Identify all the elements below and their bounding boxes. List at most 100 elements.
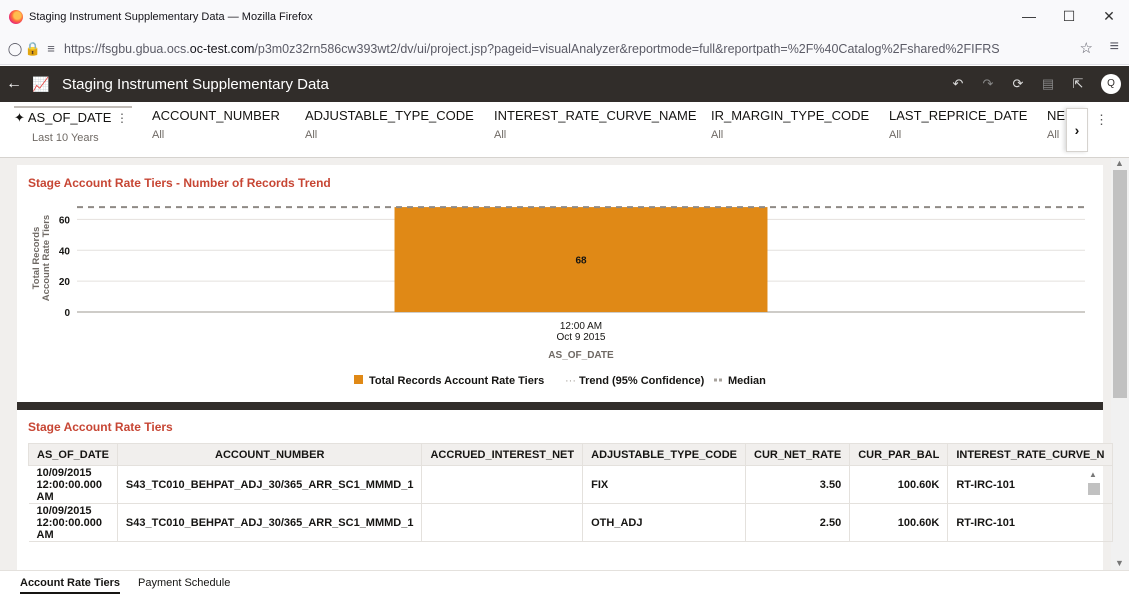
column-header[interactable]: INTEREST_RATE_CURVE_N (947, 443, 1114, 466)
table-scrollbar[interactable]: ▲ (1087, 470, 1101, 567)
table-header-row: AS_OF_DATE ACCOUNT_NUMBER ACCRUED_INTERE… (28, 443, 1114, 466)
redo-icon[interactable]: ↷ (973, 76, 1003, 92)
data-table: AS_OF_DATE ACCOUNT_NUMBER ACCRUED_INTERE… (28, 443, 1114, 542)
column-header[interactable]: AS_OF_DATE (28, 443, 118, 466)
url-prefix: https://fsgbu.gbua.ocs. (64, 41, 190, 56)
filter-value: All (889, 129, 902, 141)
filter-value: All (1047, 129, 1060, 141)
filter-ir-margin-type-code[interactable]: IR_MARGIN_TYPE_CODE All (711, 108, 869, 152)
cell-as-of-date: 10/09/2015 12:00:00.000 AM (28, 465, 118, 504)
filter-menu-icon[interactable]: ⋮ (116, 111, 128, 125)
filter-bar-menu-icon[interactable]: ⋮ (1095, 112, 1108, 128)
cell-accrued-interest-net (421, 503, 584, 542)
column-header[interactable]: CUR_PAR_BAL (849, 443, 949, 466)
filter-name: ACCOUNT_NUMBER (152, 108, 280, 123)
filter-last-reprice-date[interactable]: LAST_REPRICE_DATE All (889, 108, 1027, 152)
filter-name: AS_OF_DATE (27, 110, 112, 125)
cell-cur-par-bal: 100.60K (849, 503, 949, 542)
cell-account-number: S43_TC010_BEHPAT_ADJ_30/365_ARR_SC1_MMMD… (117, 465, 423, 504)
bookmark-star-icon[interactable]: ☆ (1080, 39, 1093, 57)
hamburger-menu-icon[interactable]: ≡ (1110, 38, 1119, 56)
canvas-tabs: Account Rate Tiers Payment Schedule (0, 570, 1129, 596)
filter-value: All (494, 129, 507, 141)
y-tick-label: 60 (59, 215, 71, 226)
scroll-down-icon[interactable]: ▼ (1115, 558, 1124, 568)
table-row[interactable]: 10/09/2015 12:00:00.000 AM S43_TC010_BEH… (28, 503, 1114, 542)
pin-icon[interactable]: ✦ (14, 110, 25, 125)
cell-cur-net-rate: 2.50 (745, 503, 851, 542)
lock-icon[interactable]: 🔒 (24, 41, 42, 57)
filter-value: All (152, 129, 165, 141)
legend-marker-trend: ··· (565, 375, 576, 387)
y-tick-label: 0 (64, 308, 70, 319)
filter-value: All (305, 129, 318, 141)
shield-icon[interactable]: ◯ (6, 41, 24, 57)
filter-truncated[interactable]: NE All (1047, 108, 1066, 152)
y-tick-label: 20 (59, 277, 71, 288)
panel-divider (17, 402, 1103, 410)
url-input[interactable]: https://fsgbu.gbua.ocs.oc-test.com/p3m0z… (64, 42, 999, 56)
url-path: /p3m0z32rn586cw393wt2/dv/ui/project.jsp?… (254, 41, 999, 56)
chart-panel[interactable]: Stage Account Rate Tiers - Number of Rec… (17, 165, 1103, 402)
column-header[interactable]: ACCOUNT_NUMBER (116, 443, 423, 466)
column-header[interactable]: ACCRUED_INTEREST_NET (421, 443, 584, 466)
legend-marker-bar (354, 375, 363, 384)
filter-scroll-right-button[interactable]: › (1066, 108, 1088, 152)
cell-accrued-interest-net (421, 465, 584, 504)
column-header[interactable]: ADJUSTABLE_TYPE_CODE (582, 443, 747, 466)
scrollbar-thumb[interactable] (1088, 483, 1100, 495)
filter-name: LAST_REPRICE_DATE (889, 108, 1028, 123)
filter-adjustable-type-code[interactable]: ADJUSTABLE_TYPE_CODE All (305, 108, 474, 152)
canvas-scrollbar[interactable]: ▲ ▼ (1111, 158, 1129, 570)
app-header: ← 📈 Staging Instrument Supplementary Dat… (0, 66, 1129, 102)
url-bar: ◯ 🔒 ≡ https://fsgbu.gbua.ocs.oc-test.com… (0, 33, 1129, 65)
visualization-icon: 📈 (32, 75, 50, 92)
scroll-up-icon[interactable]: ▲ (1089, 470, 1097, 479)
column-header[interactable]: CUR_NET_RATE (745, 443, 851, 466)
x-tick-label: 12:00 AM (560, 321, 602, 332)
permissions-icon[interactable]: ≡ (42, 41, 60, 56)
firefox-logo-icon (9, 9, 23, 24)
comments-icon[interactable]: ▤ (1033, 76, 1063, 92)
filter-account-number[interactable]: ACCOUNT_NUMBER All (152, 108, 280, 152)
window-titlebar: Staging Instrument Supplementary Data — … (0, 0, 1129, 33)
trend-chart: 0204060Total Records Account Rate Tiers 68… (31, 206, 1085, 387)
scrollbar-thumb[interactable] (1113, 170, 1127, 398)
filter-name: NE (1047, 108, 1066, 123)
legend-label: Trend (95% Confidence) (579, 375, 705, 387)
tab-account-rate-tiers[interactable]: Account Rate Tiers (20, 577, 121, 594)
x-tick-label: Oct 9 2015 (557, 332, 606, 343)
cell-adjustable-type-code: FIX (582, 465, 747, 504)
header-toolbar: ↶ ↷ ⟳ ▤ ⇱ Q (943, 66, 1121, 102)
cell-cur-net-rate: 3.50 (745, 465, 851, 504)
filter-name: ADJUSTABLE_TYPE_CODE (305, 108, 474, 123)
close-icon[interactable]: ✕ (1089, 0, 1129, 33)
table-panel-title: Stage Account Rate Tiers (28, 420, 173, 434)
filter-value: Last 10 Years (32, 132, 99, 144)
filter-as-of-date[interactable]: ✦ AS_OF_DATE Last 10 Years ⋮ (14, 106, 132, 150)
tab-payment-schedule[interactable]: Payment Schedule (138, 577, 230, 589)
filter-name: INTEREST_RATE_CURVE_NAME (494, 108, 697, 123)
back-arrow-icon[interactable]: ← (0, 75, 28, 93)
avatar[interactable]: Q (1101, 74, 1121, 94)
scroll-up-icon[interactable]: ▲ (1115, 158, 1124, 168)
table-row[interactable]: 10/09/2015 12:00:00.000 AM S43_TC010_BEH… (28, 465, 1114, 504)
bar-data-label: 68 (575, 256, 587, 267)
filter-bar: ✦ AS_OF_DATE Last 10 Years ⋮ ACCOUNT_NUM… (0, 102, 1129, 158)
chevron-right-icon: › (1074, 122, 1080, 138)
y-tick-label: 40 (59, 246, 71, 257)
undo-icon[interactable]: ↶ (943, 76, 973, 92)
x-axis-label: AS_OF_DATE (548, 350, 614, 361)
legend-label: Median (728, 375, 766, 387)
refresh-data-icon[interactable]: ⟳ (1003, 76, 1033, 92)
cell-cur-par-bal: 100.60K (849, 465, 949, 504)
minimize-icon[interactable]: — (1009, 0, 1049, 33)
legend-label: Total Records Account Rate Tiers (369, 375, 544, 387)
window-title: Staging Instrument Supplementary Data — … (29, 10, 313, 23)
maximize-icon[interactable]: ☐ (1049, 0, 1089, 33)
table-panel[interactable]: Stage Account Rate Tiers AS_OF_DATE ACCO… (17, 410, 1114, 570)
present-icon[interactable]: ⇱ (1063, 76, 1093, 92)
cell-adjustable-type-code: OTH_ADJ (582, 503, 747, 542)
filter-interest-rate-curve-name[interactable]: INTEREST_RATE_CURVE_NAME All (494, 108, 697, 152)
cell-account-number: S43_TC010_BEHPAT_ADJ_30/365_ARR_SC1_MMMD… (117, 503, 423, 542)
